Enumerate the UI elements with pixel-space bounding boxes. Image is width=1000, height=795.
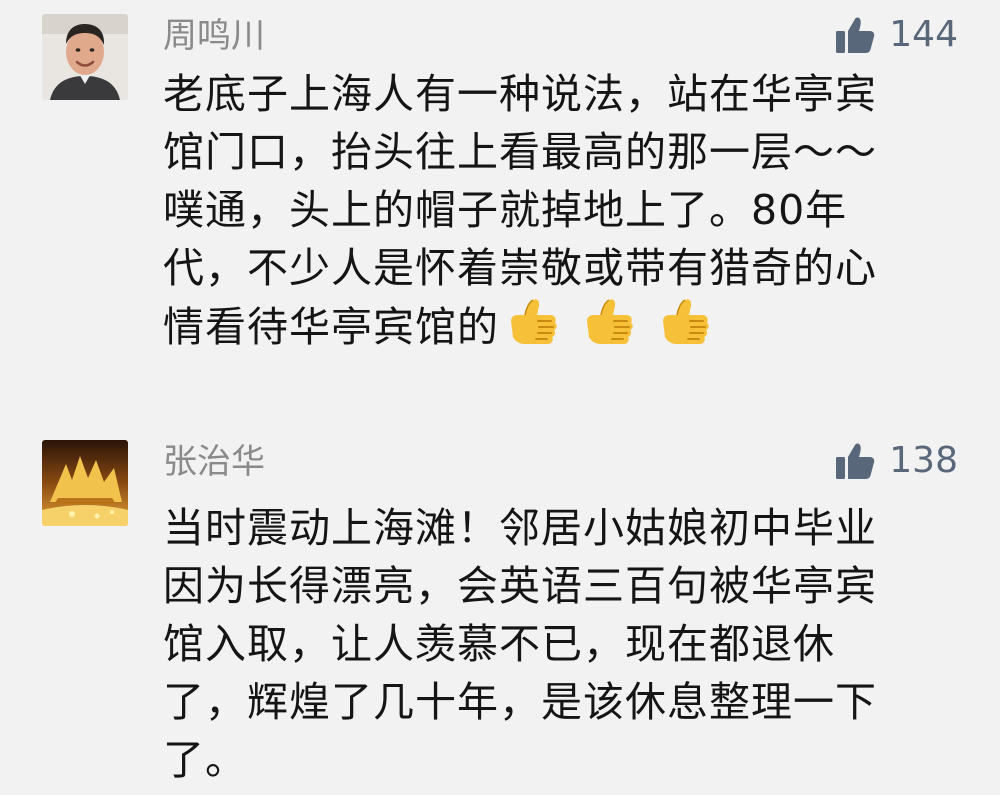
comment-item: 张治华 138 当时震动上海滩！邻居小姑娘初中毕业 因为长得漂亮，会英语三百句被… bbox=[0, 420, 1000, 795]
thumbs-up-emoji-icon bbox=[663, 299, 709, 344]
comment-item: 周鸣川 144 老底子上海人有一种说法，站在华亭宾 馆门口，抬头往上看最高的那一… bbox=[0, 0, 1000, 420]
like-button[interactable]: 144 bbox=[835, 11, 958, 59]
username[interactable]: 周鸣川 bbox=[163, 16, 265, 56]
thumbs-up-emoji-icon bbox=[511, 299, 557, 344]
comment-text-line: 噗通，头上的帽子就掉地上了。80年 bbox=[163, 186, 848, 234]
comment-text-line: 情看待华亭宾馆的 bbox=[163, 303, 499, 351]
thumbs-up-icon bbox=[835, 442, 875, 480]
comment-text: 老底子上海人有一种说法，站在华亭宾 馆门口，抬头往上看最高的那一层～～ 噗通，头… bbox=[163, 65, 963, 356]
thumbs-up-emoji-icon bbox=[587, 299, 633, 344]
comment-text-line: 了。 bbox=[163, 736, 247, 784]
like-button[interactable]: 138 bbox=[835, 437, 958, 485]
comment-text-line: 因为长得漂亮，会英语三百句被华亭宾 bbox=[163, 562, 877, 610]
like-count: 138 bbox=[889, 440, 958, 481]
thumbs-up-icon bbox=[835, 16, 875, 54]
comment-text-line: 馆门口，抬头往上看最高的那一层～～ bbox=[163, 128, 877, 176]
avatar[interactable] bbox=[42, 14, 128, 100]
username[interactable]: 张治华 bbox=[163, 442, 265, 482]
comment-text-line: 代，不少人是怀着崇敬或带有猎奇的心 bbox=[163, 244, 877, 292]
comment-text-line: 当时震动上海滩！邻居小姑娘初中毕业 bbox=[163, 504, 877, 552]
comment-text-line: 馆入取，让人羡慕不已，现在都退休 bbox=[163, 620, 835, 668]
comment-text-line: 了，辉煌了几十年，是该休息整理一下 bbox=[163, 678, 877, 726]
avatar[interactable] bbox=[42, 440, 128, 526]
comment-text-last-line: 情看待华亭宾馆的 bbox=[163, 297, 963, 356]
emoji-group bbox=[505, 297, 733, 349]
comment-text: 当时震动上海滩！邻居小姑娘初中毕业 因为长得漂亮，会英语三百句被华亭宾 馆入取，… bbox=[163, 499, 963, 789]
comment-text-line: 老底子上海人有一种说法，站在华亭宾 bbox=[163, 70, 877, 118]
like-count: 144 bbox=[889, 14, 958, 55]
